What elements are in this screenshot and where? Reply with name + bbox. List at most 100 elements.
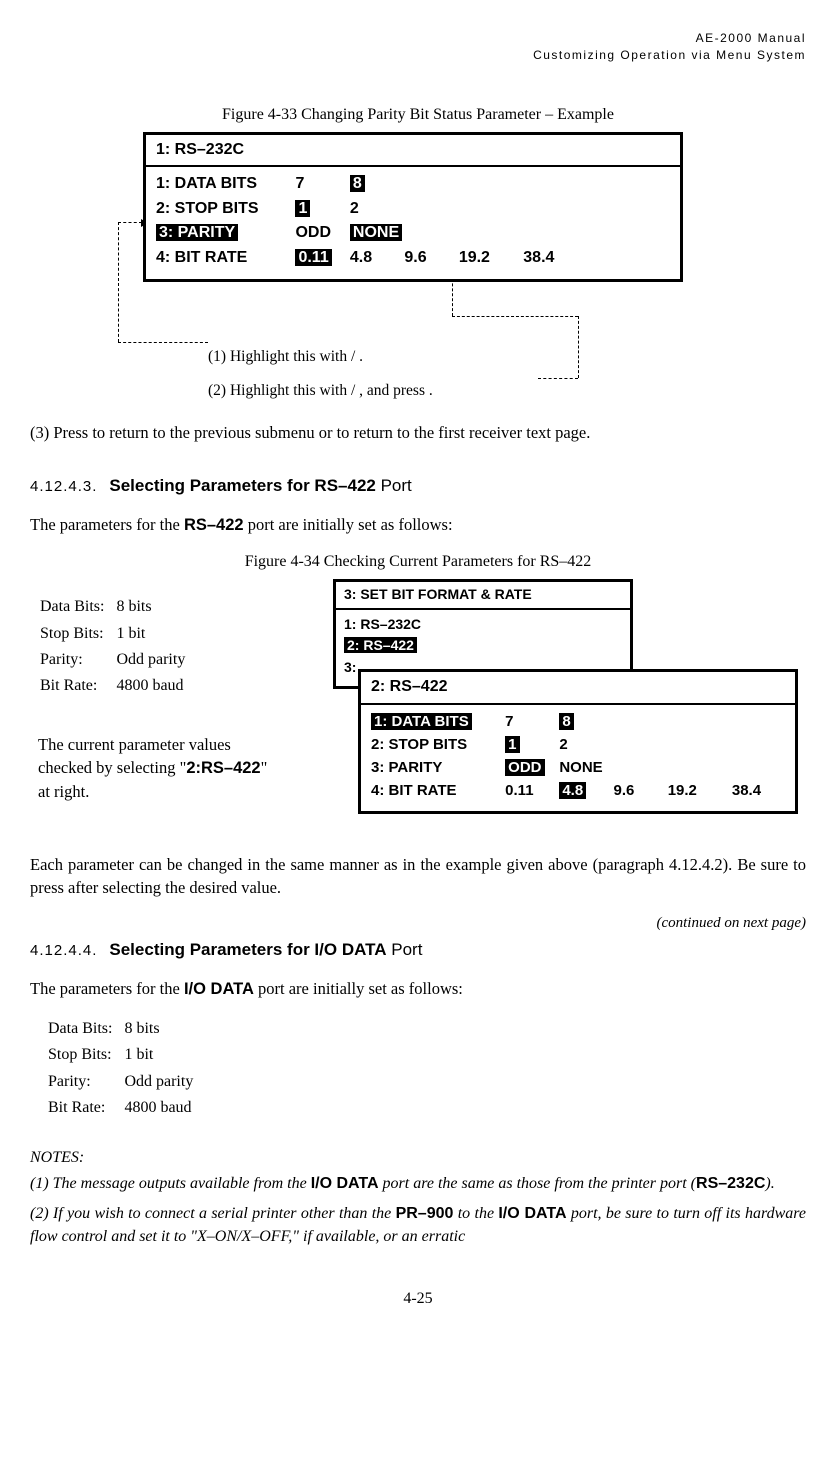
def-key: Bit Rate: (40, 674, 114, 698)
option-4-8: 4.8 (350, 247, 400, 269)
text: port are initially set as follows: (244, 515, 453, 534)
page-header: AE-2000 Manual Customizing Operation via… (30, 30, 806, 64)
section-number: 4.12.4.4. (30, 942, 97, 959)
section-title: Selecting Parameters for RS–422 (109, 476, 375, 495)
option-0-11: 0.11 (505, 780, 555, 801)
note-2: (2) If you wish to connect a serial prin… (30, 1203, 806, 1248)
def-val: 1 bit (116, 622, 195, 646)
def-key: Stop Bits: (40, 622, 114, 646)
callout-line (578, 316, 579, 378)
text: " (261, 758, 268, 777)
def-val: Odd parity (124, 1070, 203, 1094)
callout-line (118, 222, 119, 342)
option-38-4: 38.4 (732, 780, 782, 801)
menu-row-parity: 3: PARITY ODD NONE (156, 222, 670, 244)
def-key: Data Bits: (48, 1017, 122, 1041)
def-key: Parity: (48, 1070, 122, 1094)
def-val: 1 bit (124, 1043, 203, 1067)
menu-row-bit-rate: 4: BIT RATE 0.11 4.8 9.6 19.2 38.4 (371, 780, 785, 801)
menu-row-stop-bits: 2: STOP BITS 1 2 (156, 198, 670, 220)
section-number: 4.12.4.3. (30, 478, 97, 495)
row-label: 2: STOP BITS (371, 734, 501, 755)
product-name: PR–900 (396, 1205, 454, 1222)
def-key: Bit Rate: (48, 1096, 122, 1120)
text: The parameters for the (30, 979, 184, 998)
def-key: Data Bits: (40, 595, 114, 619)
text: to the (453, 1205, 498, 1222)
section-4-12-4-3-heading: 4.12.4.3. Selecting Parameters for RS–42… (30, 474, 806, 498)
option-odd: ODD (295, 222, 345, 244)
lcd-body: 1: DATA BITS 7 8 2: STOP BITS 1 2 3: PAR… (146, 167, 680, 279)
section-suffix: Port (381, 476, 412, 495)
option-8-selected: 8 (350, 175, 365, 192)
step-2: (2) Highlight this with / , and press . (208, 380, 728, 402)
menu-item-rs422-selected: 2: RS–422 (344, 637, 417, 653)
text: (1) The message outputs available from t… (30, 1175, 311, 1192)
row-label-selected: 3: PARITY (156, 224, 238, 241)
iodata-intro-para: The parameters for the I/O DATA port are… (30, 977, 806, 1001)
text: at right. (38, 782, 89, 801)
section-title: Selecting Parameters for I/O DATA (109, 940, 386, 959)
text: The current parameter values (38, 735, 231, 754)
figure-4-33: 1: RS–232C 1: DATA BITS 7 8 2: STOP BITS… (108, 132, 728, 401)
menu-row-data-bits: 1: DATA BITS 7 8 (156, 173, 670, 195)
text: checked by selecting " (38, 758, 186, 777)
option-9-6: 9.6 (404, 247, 454, 269)
text: ). (765, 1175, 774, 1192)
step-1: (1) Highlight this with / . (208, 346, 728, 368)
menu-row-data-bits: 1: DATA BITS 7 8 (371, 711, 785, 732)
option-38-4: 38.4 (523, 247, 573, 269)
port-name: I/O DATA (498, 1205, 566, 1222)
option-4-8-selected: 4.8 (559, 782, 586, 799)
rs422-intro-para: The parameters for the RS–422 port are i… (30, 513, 806, 537)
option-2: 2 (350, 198, 400, 220)
option-2: 2 (559, 734, 609, 755)
lcd-title: 3: SET BIT FORMAT & RATE (336, 582, 630, 610)
step-3: (3) Press to return to the previous subm… (30, 421, 806, 444)
manual-subtitle: Customizing Operation via Menu System (30, 47, 806, 64)
def-key: Parity: (40, 648, 114, 672)
text: (2) If you wish to connect a serial prin… (30, 1205, 396, 1222)
callout-arrow (118, 222, 142, 223)
menu-row-stop-bits: 2: STOP BITS 1 2 (371, 734, 785, 755)
row-label-selected: 1: DATA BITS (371, 713, 472, 730)
row-label: 2: STOP BITS (156, 198, 291, 220)
option-19-2: 19.2 (459, 247, 519, 269)
page-number: 4-25 (30, 1288, 806, 1310)
text: port are initially set as follows: (254, 979, 463, 998)
text: port are the same as those from the prin… (379, 1175, 696, 1192)
option-9-6: 9.6 (614, 780, 664, 801)
def-val: 8 bits (116, 595, 195, 619)
port-name: RS–232C (696, 1175, 765, 1192)
text: The parameters for the (30, 515, 184, 534)
menu-row-bit-rate: 4: BIT RATE 0.11 4.8 9.6 19.2 38.4 (156, 247, 670, 269)
section-suffix: Port (391, 940, 422, 959)
callout-line (118, 342, 208, 343)
def-val: 8 bits (124, 1017, 203, 1041)
rs422-defaults-list: Data Bits:8 bits Stop Bits:1 bit Parity:… (38, 579, 318, 803)
def-val: Odd parity (116, 648, 195, 672)
continued-note: (continued on next page) (30, 913, 806, 934)
each-parameter-para: Each parameter can be changed in the sam… (30, 853, 806, 899)
def-key: Stop Bits: (48, 1043, 122, 1067)
rs422-check-text: The current parameter values checked by … (38, 733, 318, 803)
lcd-title: 2: RS–422 (361, 672, 795, 704)
option-7: 7 (505, 711, 555, 732)
note-1: (1) The message outputs available from t… (30, 1173, 806, 1195)
port-name: I/O DATA (311, 1175, 379, 1192)
figure-4-34: Data Bits:8 bits Stop Bits:1 bit Parity:… (38, 579, 798, 839)
port-name: I/O DATA (184, 980, 254, 998)
option-1-selected: 1 (505, 736, 519, 753)
menu-item-rs232c: 1: RS–232C (344, 615, 622, 635)
callout-line (452, 316, 578, 317)
menu-ref: 2:RS–422 (186, 759, 260, 777)
lcd-title: 1: RS–232C (146, 135, 680, 167)
row-label: 1: DATA BITS (156, 173, 291, 195)
row-label: 3: PARITY (371, 757, 501, 778)
row-label: 4: BIT RATE (371, 780, 501, 801)
option-0-11-selected: 0.11 (295, 249, 331, 266)
def-val: 4800 baud (116, 674, 195, 698)
figure-4-33-caption: Figure 4-33 Changing Parity Bit Status P… (30, 104, 806, 126)
def-val: 4800 baud (124, 1096, 203, 1120)
section-4-12-4-4-heading: 4.12.4.4. Selecting Parameters for I/O D… (30, 938, 806, 962)
